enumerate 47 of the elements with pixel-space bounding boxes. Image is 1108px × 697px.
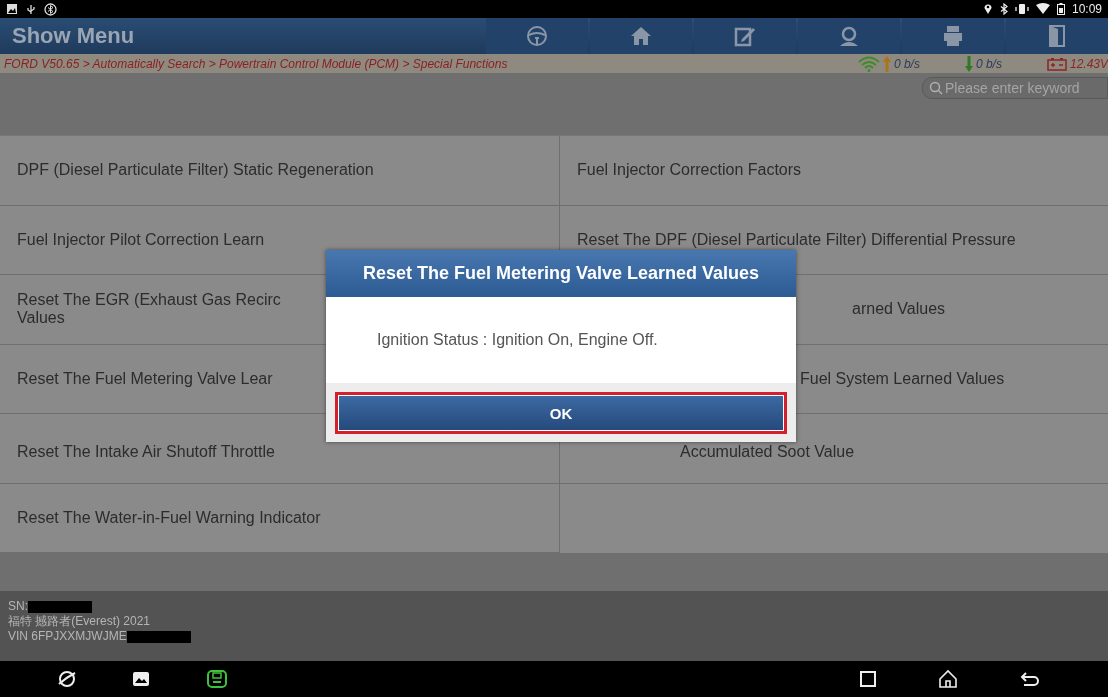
battery-voltage-icon <box>1046 56 1067 71</box>
wifi-icon <box>1035 3 1050 15</box>
home-icon <box>630 25 652 47</box>
exit-door-icon <box>1046 25 1068 47</box>
breadcrumb-path: FORD V50.65 > Automatically Search > Powertrain Control Module (PCM) > Special Functions <box>4 56 508 71</box>
up-arrow-icon <box>882 55 891 72</box>
picture-icon <box>6 3 18 15</box>
home-button[interactable] <box>590 18 692 54</box>
wifi-signal-icon <box>857 55 880 72</box>
edit-icon <box>734 25 756 47</box>
upload-rate-text: 0 b/s <box>893 56 920 71</box>
vibrate-icon <box>1014 3 1029 15</box>
screen-title: Show Menu <box>11 22 135 50</box>
search-field[interactable]: Please enter keyword <box>922 77 1108 99</box>
usb-icon <box>25 3 37 15</box>
down-arrow-icon <box>964 55 973 72</box>
serial-label: SN: <box>8 599 28 614</box>
voltage-text: 12.43V <box>1069 56 1108 71</box>
search-icon <box>929 81 943 95</box>
back-icon[interactable] <box>1020 671 1040 687</box>
steering-wheel-icon <box>526 25 548 47</box>
ok-button[interactable]: OK <box>335 392 787 434</box>
redaction-block <box>28 600 92 613</box>
print-button[interactable] <box>902 18 1004 54</box>
dialog-title: Reset The Fuel Metering Valve Learned Values <box>326 250 796 297</box>
battery-icon <box>1056 3 1065 15</box>
clock-text: 10:09 <box>1071 2 1102 16</box>
edit-button[interactable] <box>694 18 796 54</box>
bluetooth-icon <box>999 3 1008 15</box>
vci-icon[interactable] <box>205 668 229 690</box>
exit-door-button[interactable] <box>1006 18 1108 54</box>
bluetooth-circle-icon <box>44 2 57 16</box>
gallery-icon[interactable] <box>132 671 150 687</box>
print-icon <box>942 25 964 47</box>
function-item[interactable]: DPF (Diesel Particulate Filter) Static Regeneration <box>0 136 560 206</box>
function-item[interactable]: Fuel Injector Correction Factors <box>560 136 1108 206</box>
steering-wheel-button[interactable] <box>486 18 588 54</box>
recents-icon[interactable] <box>860 671 876 687</box>
vehicle-model-text: 福特 撼路者(Everest) 2021 <box>8 614 152 629</box>
download-rate-text: 0 b/s <box>975 56 1002 71</box>
vin-text: VIN 6FPJXXMJWJME <box>8 629 127 644</box>
location-pin-icon <box>982 3 993 15</box>
home-icon[interactable] <box>938 669 958 689</box>
browser-icon[interactable] <box>57 669 77 689</box>
user-icon <box>838 25 860 47</box>
redaction-block <box>126 630 191 643</box>
user-button[interactable] <box>798 18 900 54</box>
